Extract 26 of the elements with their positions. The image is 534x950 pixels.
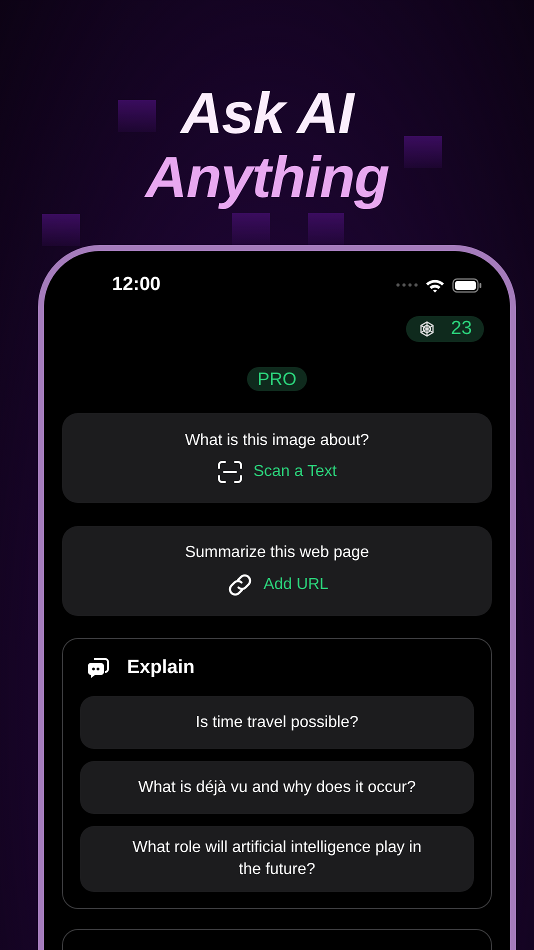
wifi-icon [425, 278, 445, 292]
background-square [232, 213, 270, 245]
suggestion-button[interactable]: What is déjà vu and why does it occur? [80, 761, 474, 814]
credits-badge[interactable]: 23 [406, 316, 484, 342]
background-square [118, 100, 156, 132]
section-title: Explain [127, 657, 195, 679]
chat-bubbles-icon [86, 657, 110, 679]
headline: Ask AI [180, 82, 354, 146]
battery-icon [452, 278, 482, 292]
credits-icon [418, 321, 435, 337]
background-square [42, 214, 80, 246]
suggestion-button[interactable]: What role will artificial intelligence play in the future? [80, 826, 474, 892]
scan-icon [217, 460, 244, 484]
suggestion-button[interactable]: Is time travel possible? [80, 696, 474, 749]
background-square [404, 136, 442, 168]
prompt-text: What is this image about? [184, 432, 370, 450]
action-link[interactable]: Add URL [264, 576, 328, 594]
headline: Anything [145, 146, 389, 210]
action-link[interactable]: Scan a Text [253, 463, 337, 481]
status-time: 12:00 [112, 274, 161, 296]
pro-badge: PRO [247, 367, 306, 391]
signal-icon [396, 283, 418, 287]
prompt-text: Summarize this web page [184, 544, 370, 562]
background-square [308, 213, 344, 245]
action-card[interactable]: What is this image about? Scan a Text [62, 413, 492, 503]
action-card[interactable]: Summarize this web page Add URL [62, 526, 492, 616]
